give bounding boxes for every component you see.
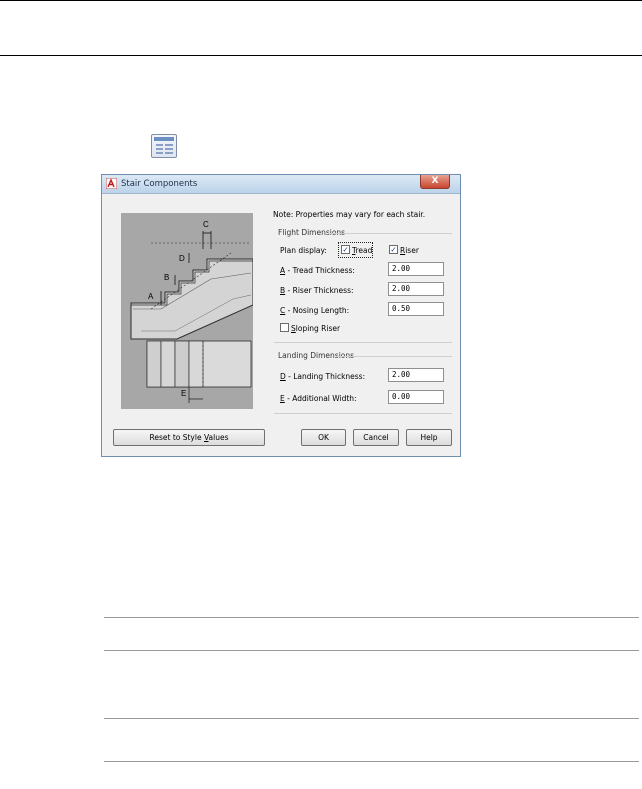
flight-group-line bbox=[328, 233, 452, 234]
plan-display-label: Plan display: bbox=[280, 246, 327, 255]
nosing-length-label: C - Nosing Length: bbox=[280, 306, 350, 315]
preview-label-b: B bbox=[164, 273, 169, 282]
header-rule bbox=[0, 0, 642, 1]
dialog-titlebar: Stair Components X bbox=[102, 175, 460, 194]
landing-group-line bbox=[336, 356, 452, 357]
landing-thickness-label: D - Landing Thickness: bbox=[280, 372, 366, 381]
style-manager-icon[interactable] bbox=[151, 134, 177, 158]
table-rule-2 bbox=[104, 650, 639, 651]
tread-thickness-input[interactable]: 2.00 bbox=[388, 262, 444, 276]
ok-button[interactable]: OK bbox=[301, 429, 346, 446]
help-button[interactable]: Help bbox=[406, 429, 452, 446]
properties-note: Note: Properties may vary for each stair… bbox=[273, 210, 426, 219]
preview-label-d: D bbox=[179, 254, 185, 263]
table-rule-4 bbox=[104, 761, 639, 762]
additional-width-label: E - Additional Width: bbox=[280, 394, 357, 403]
riser-checkbox-label[interactable]: Riser bbox=[400, 246, 419, 255]
header-bottom-rule bbox=[0, 55, 642, 56]
tread-checkbox-label[interactable]: Tread bbox=[352, 246, 372, 255]
table-rule-1 bbox=[104, 617, 639, 618]
dialog-title: Stair Components bbox=[121, 179, 198, 189]
table-rule-3 bbox=[104, 718, 639, 719]
sloping-riser-label[interactable]: Sloping Riser bbox=[291, 324, 340, 333]
nosing-length-input[interactable]: 0.50 bbox=[388, 302, 444, 316]
tread-thickness-label: A - Tread Thickness: bbox=[280, 266, 355, 275]
landing-thickness-input[interactable]: 2.00 bbox=[388, 368, 444, 382]
stair-components-dialog: Stair Components X A B C D E Note: Prope… bbox=[101, 174, 461, 457]
stair-preview-image: A B C D E bbox=[121, 213, 253, 409]
reset-to-style-values-button[interactable]: Reset to Style Values bbox=[113, 429, 265, 446]
sloping-riser-checkbox[interactable] bbox=[280, 323, 289, 332]
cancel-button[interactable]: Cancel bbox=[353, 429, 399, 446]
preview-label-a: A bbox=[148, 292, 154, 301]
riser-checkbox[interactable]: ✓ bbox=[389, 245, 398, 254]
riser-thickness-input[interactable]: 2.00 bbox=[388, 282, 444, 296]
tread-checkbox[interactable]: ✓ bbox=[341, 245, 350, 254]
preview-label-e: E bbox=[181, 389, 186, 398]
autocad-app-icon bbox=[106, 178, 117, 189]
landing-group-bottom bbox=[274, 413, 452, 414]
close-button[interactable]: X bbox=[420, 175, 450, 189]
flight-group-bottom bbox=[274, 342, 452, 343]
riser-thickness-label: B - Riser Thickness: bbox=[280, 286, 354, 295]
additional-width-input[interactable]: 0.00 bbox=[388, 390, 444, 404]
preview-label-c: C bbox=[203, 220, 209, 229]
